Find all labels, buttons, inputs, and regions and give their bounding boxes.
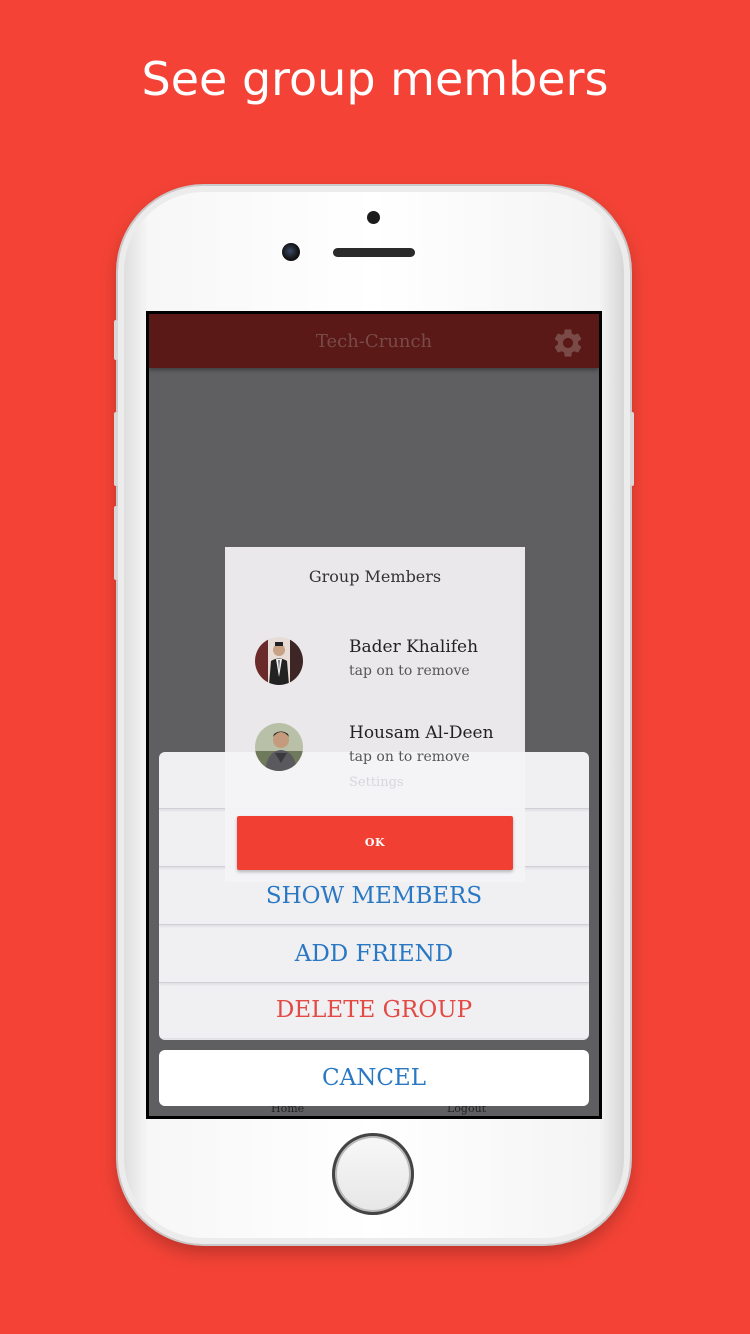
dialog-title: Group Members bbox=[308, 567, 442, 586]
front-camera bbox=[282, 243, 300, 261]
add-friend-button[interactable]: ADD FRIEND bbox=[159, 926, 589, 983]
delete-group-button[interactable]: DELETE GROUP bbox=[159, 982, 589, 1038]
volume-down-button bbox=[114, 506, 118, 580]
member-name: Bader Khalifeh bbox=[349, 637, 479, 657]
phone-screen: Tech-Crunch Home Logout SHOW MEMBERS ADD… bbox=[146, 311, 602, 1119]
sensor-dot bbox=[367, 211, 380, 224]
avatar-image bbox=[255, 723, 303, 771]
app-title: Tech-Crunch bbox=[315, 331, 433, 352]
page-headline: See group members bbox=[141, 52, 609, 106]
cancel-button[interactable]: CANCEL bbox=[159, 1050, 589, 1106]
app-bar: Tech-Crunch bbox=[149, 314, 599, 368]
group-members-dialog: Group Members Bader Khalifeh tap on to r… bbox=[225, 547, 525, 882]
avatar bbox=[255, 637, 303, 685]
home-button bbox=[332, 1133, 414, 1215]
gear-icon[interactable] bbox=[551, 326, 585, 360]
member-name: Housam Al-Deen bbox=[349, 723, 494, 743]
member-hint: tap on to remove bbox=[349, 749, 470, 765]
faded-settings-text: Settings bbox=[349, 775, 404, 790]
member-hint: tap on to remove bbox=[349, 663, 470, 679]
volume-up-button bbox=[114, 412, 118, 486]
member-row[interactable]: Bader Khalifeh tap on to remove bbox=[225, 637, 525, 707]
avatar-image bbox=[255, 637, 303, 685]
ok-button[interactable]: OK bbox=[237, 816, 513, 870]
avatar bbox=[255, 723, 303, 771]
mute-switch bbox=[114, 320, 118, 360]
screen-overlay: Tech-Crunch Home Logout SHOW MEMBERS ADD… bbox=[149, 314, 599, 1116]
power-button bbox=[630, 412, 634, 486]
earpiece-speaker bbox=[333, 248, 415, 257]
